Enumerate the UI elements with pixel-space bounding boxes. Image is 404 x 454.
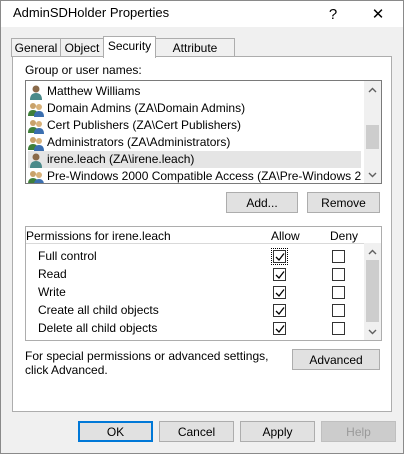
deny-checkbox[interactable] — [332, 268, 345, 281]
checkmark-icon — [275, 306, 285, 315]
scroll-down-icon[interactable] — [364, 323, 381, 340]
table-row: Create all child objects — [26, 301, 362, 319]
user-name-label: irene.leach (ZA\irene.leach) — [47, 152, 195, 166]
permissions-scrollbar[interactable] — [364, 243, 381, 340]
help-button[interactable]: ? — [313, 1, 353, 27]
group-or-user-names-label: Group or user names: — [25, 63, 142, 77]
help-icon: ? — [328, 5, 338, 23]
permission-name: Create all child objects — [38, 303, 159, 317]
checkmark-icon — [275, 324, 285, 333]
table-row: Delete all child objects — [26, 319, 362, 337]
permission-name: Write — [38, 285, 66, 299]
scroll-up-icon[interactable] — [364, 81, 381, 98]
user-name-label: Administrators (ZA\Administrators) — [47, 135, 231, 149]
list-item[interactable]: Administrators (ZA\Administrators) — [28, 134, 361, 151]
permission-name: Read — [38, 267, 67, 281]
scroll-up-icon[interactable] — [364, 243, 381, 260]
permission-name: Delete all child objects — [38, 321, 158, 335]
allow-checkbox[interactable] — [273, 322, 286, 335]
deny-checkbox[interactable] — [332, 304, 345, 317]
list-scrollbar[interactable] — [364, 81, 381, 183]
tab-general[interactable]: General — [11, 38, 61, 57]
allow-checkbox[interactable] — [271, 248, 288, 265]
user-name-label: Domain Admins (ZA\Domain Admins) — [47, 101, 246, 115]
allow-checkbox[interactable] — [273, 286, 286, 299]
deny-checkbox[interactable] — [332, 286, 345, 299]
list-item[interactable]: Cert Publishers (ZA\Cert Publishers) — [28, 117, 361, 134]
single-user-icon — [30, 85, 42, 100]
table-row: Write — [26, 283, 362, 301]
list-item[interactable]: Matthew Williams — [28, 83, 361, 100]
group-users-icon — [28, 136, 44, 151]
user-name-label: Matthew Williams — [47, 84, 141, 98]
list-item[interactable]: Domain Admins (ZA\Domain Admins) — [28, 100, 361, 117]
group-users-icon — [28, 102, 44, 117]
close-icon: ✕ — [371, 6, 385, 23]
list-item[interactable]: irene.leach (ZA\irene.leach) — [28, 151, 361, 168]
dialog-buttons: OK Cancel Apply Help — [1, 421, 403, 443]
checkmark-icon — [275, 270, 285, 279]
permissions-for-label: Permissions for irene.leach — [26, 229, 171, 243]
list-item[interactable]: Pre-Windows 2000 Compatible Access (ZA\P… — [28, 168, 361, 183]
allow-checkbox[interactable] — [273, 268, 286, 281]
window-title: AdminSDHolder Properties — [13, 5, 170, 20]
advanced-button[interactable]: Advanced — [292, 349, 380, 370]
scroll-thumb[interactable] — [366, 260, 379, 322]
group-users-icon — [28, 170, 44, 183]
scroll-thumb[interactable] — [366, 125, 379, 149]
advanced-help-text: For special permissions or advanced sett… — [25, 349, 269, 377]
group-users-icon — [28, 119, 44, 134]
deny-checkbox[interactable] — [332, 250, 345, 263]
close-button[interactable]: ✕ — [358, 1, 398, 27]
add-button[interactable]: Add... — [226, 192, 298, 213]
table-row: Read — [26, 265, 362, 283]
ok-button[interactable]: OK — [78, 421, 153, 442]
title-bar: AdminSDHolder Properties ? ✕ — [1, 1, 403, 27]
deny-checkbox[interactable] — [332, 322, 345, 335]
user-name-label: Pre-Windows 2000 Compatible Access (ZA\P… — [47, 169, 361, 183]
tab-object[interactable]: Object — [60, 38, 104, 57]
checkmark-icon — [275, 252, 285, 261]
table-row: Full control — [26, 247, 362, 265]
permission-name: Full control — [38, 249, 97, 263]
deny-column-header: Deny — [330, 229, 359, 243]
remove-button[interactable]: Remove — [307, 192, 380, 213]
user-name-label: Cert Publishers (ZA\Cert Publishers) — [47, 118, 242, 132]
security-panel: Group or user names: Matthew Williams Dom… — [12, 56, 392, 412]
tab-security[interactable]: Security — [103, 36, 156, 58]
help-footer-button[interactable]: Help — [321, 421, 396, 442]
single-user-icon — [30, 153, 42, 168]
checkmark-icon — [275, 288, 285, 297]
user-listbox[interactable]: Matthew Williams Domain Admins (ZA\Domain… — [25, 80, 382, 184]
allow-column-header: Allow — [271, 229, 300, 243]
allow-checkbox[interactable] — [273, 304, 286, 317]
apply-button[interactable]: Apply — [240, 421, 315, 442]
cancel-button[interactable]: Cancel — [159, 421, 234, 442]
scroll-down-icon[interactable] — [364, 166, 381, 183]
permissions-table: Permissions for irene.leach Allow Deny F… — [25, 226, 382, 341]
tab-attribute-editor[interactable]: Attribute Editor — [155, 38, 235, 73]
properties-dialog: AdminSDHolder Properties ? ✕ General Obj… — [0, 0, 404, 454]
